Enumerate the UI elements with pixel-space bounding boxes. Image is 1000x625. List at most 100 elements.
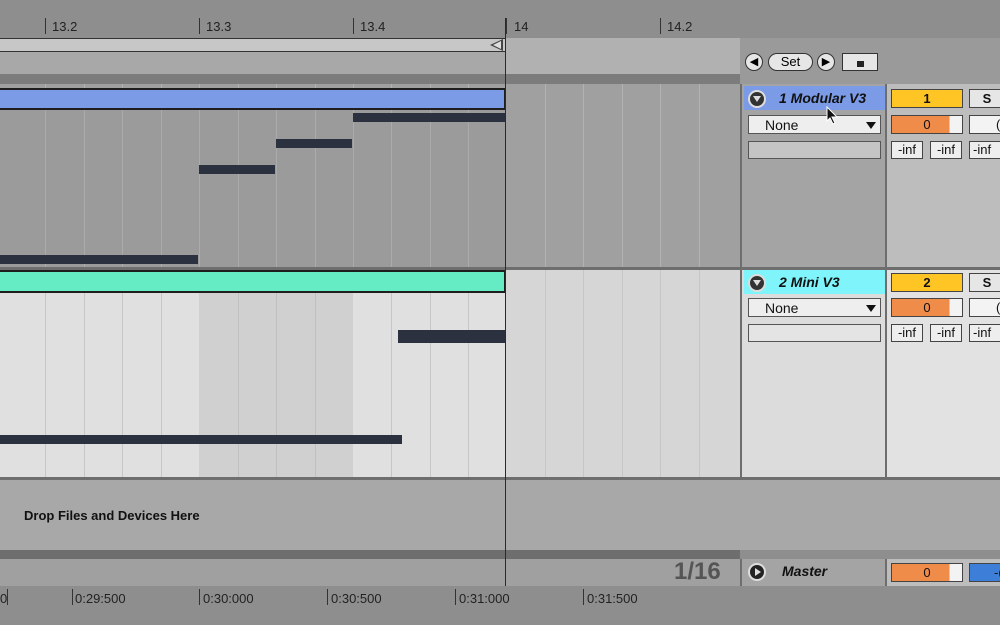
ruler-tick	[353, 18, 354, 34]
grid-line	[45, 270, 46, 477]
bar-label: 14.2	[667, 19, 693, 34]
time-ruler[interactable]: 0 0:29:500 0:30:000 0:30:500 0:31:000 0:…	[0, 586, 740, 625]
master-header: Master	[740, 559, 885, 586]
time-label: 0:31:500	[587, 591, 638, 606]
grid-line	[622, 84, 623, 267]
triangle-down-icon	[753, 96, 761, 102]
track-1-header: 1 Modular V3 None	[740, 84, 885, 267]
loop-brace[interactable]	[0, 38, 505, 52]
lock-button[interactable]	[842, 53, 878, 71]
time-label: 0:30:500	[331, 591, 382, 606]
track-1-clip-body[interactable]	[0, 110, 505, 267]
master-name[interactable]: Master	[782, 563, 827, 579]
time-label: 0:30:000	[203, 591, 254, 606]
track-2-lane-band	[506, 270, 740, 477]
grid-line	[699, 270, 700, 477]
midi-note[interactable]	[199, 165, 275, 174]
track-2-header: 2 Mini V3 None	[740, 270, 885, 477]
loop-region-strip	[506, 38, 740, 74]
ruler-tick	[199, 18, 200, 34]
track-1-meter: -inf	[930, 141, 962, 159]
track-2-name[interactable]: 2 Mini V3	[779, 274, 840, 290]
master-mixer: 0 -(	[885, 559, 1000, 586]
track-2-meter: -inf	[891, 324, 923, 342]
time-tick	[583, 589, 584, 605]
track-1-clip-header[interactable]	[0, 88, 506, 110]
track-2-solo-button[interactable]: S	[969, 273, 1000, 292]
loop-region-bar[interactable]	[0, 38, 740, 74]
grid-line	[699, 84, 700, 267]
grid-line	[238, 270, 239, 477]
track-2-clip-header[interactable]	[0, 270, 506, 293]
grid-line	[545, 270, 546, 477]
ruler-tick	[660, 18, 661, 34]
grid-line	[660, 84, 661, 267]
track-2-input-channel[interactable]	[748, 324, 881, 342]
prev-locator-button[interactable]: ◀	[745, 53, 763, 71]
master-volume[interactable]: 0	[891, 563, 963, 582]
time-tick	[72, 589, 73, 605]
beat-ruler[interactable]: 13.2 13.3 13.4 14 14.2	[0, 0, 740, 38]
grid-line	[161, 270, 162, 477]
bar-label: 14	[514, 19, 529, 34]
midi-note[interactable]	[0, 255, 198, 264]
track-1-name[interactable]: 1 Modular V3	[779, 90, 866, 106]
next-locator-button[interactable]: ▶	[817, 53, 835, 71]
track-2-meter: -inf	[969, 324, 1000, 342]
grid-line	[430, 270, 431, 477]
track-2-pan[interactable]: (	[969, 298, 1000, 317]
loop-end-line	[505, 18, 506, 608]
track-2-meter: -inf	[930, 324, 962, 342]
master-pan[interactable]: -(	[969, 563, 1000, 582]
master-fold-button[interactable]	[748, 563, 766, 581]
grid-line	[660, 270, 661, 477]
track-2-fold-button[interactable]	[748, 274, 766, 292]
track-2-activator[interactable]: 2	[891, 273, 963, 292]
grid-line	[391, 270, 392, 477]
grid-line	[122, 270, 123, 477]
track-1-fold-button[interactable]	[748, 90, 766, 108]
bar-label: 13.2	[52, 19, 78, 34]
drop-area[interactable]: Drop Files and Devices Here	[0, 480, 740, 550]
dropdown-arrow-icon	[866, 305, 876, 312]
track-1-solo-button[interactable]: S	[969, 89, 1000, 108]
track-2-mixer: 2 S 0 ( -inf -inf -inf	[885, 270, 1000, 477]
track-1-mixer: 1 S 0 ( -inf -inf -inf	[885, 84, 1000, 267]
track-1-meter: -inf	[969, 141, 1000, 159]
set-locator-button[interactable]: Set	[768, 53, 813, 71]
input-select-value: None	[765, 117, 799, 133]
track-1-lane[interactable]	[0, 84, 740, 267]
midi-note[interactable]	[353, 113, 506, 122]
track-1-input-channel[interactable]	[748, 141, 881, 159]
bar-label: 13.3	[206, 19, 232, 34]
loop-controls: ◀ Set ▶	[740, 38, 1000, 84]
triangle-down-icon	[753, 280, 761, 286]
track-1-input-select[interactable]: None	[748, 115, 881, 134]
time-label: 0:29:500	[75, 591, 126, 606]
time-tick	[327, 589, 328, 605]
time-tick	[199, 589, 200, 605]
midi-note[interactable]	[398, 330, 506, 343]
ruler-tick	[45, 18, 46, 34]
midi-note[interactable]	[276, 139, 352, 148]
loop-end-marker-inner	[493, 41, 501, 49]
lock-icon	[856, 61, 864, 67]
track-2-volume[interactable]: 0	[891, 298, 963, 317]
grid-line	[583, 84, 584, 267]
grid-quantization-label[interactable]: 1/16	[674, 558, 721, 586]
grid-line	[622, 270, 623, 477]
track-2-lane[interactable]	[0, 270, 740, 477]
input-select-value: None	[765, 300, 799, 316]
midi-note[interactable]	[0, 435, 402, 444]
master-lane[interactable]: 1/16	[0, 550, 740, 586]
track-1-pan[interactable]: (	[969, 115, 1000, 134]
grid-line	[84, 270, 85, 477]
mouse-cursor-icon	[826, 106, 839, 125]
track-1-activator[interactable]: 1	[891, 89, 963, 108]
track-1-meter: -inf	[891, 141, 923, 159]
dropdown-arrow-icon	[866, 122, 876, 129]
master-lane-inner	[0, 559, 740, 586]
track-2-input-select[interactable]: None	[748, 298, 881, 317]
drop-area-right	[740, 480, 1000, 550]
track-1-volume[interactable]: 0	[891, 115, 963, 134]
